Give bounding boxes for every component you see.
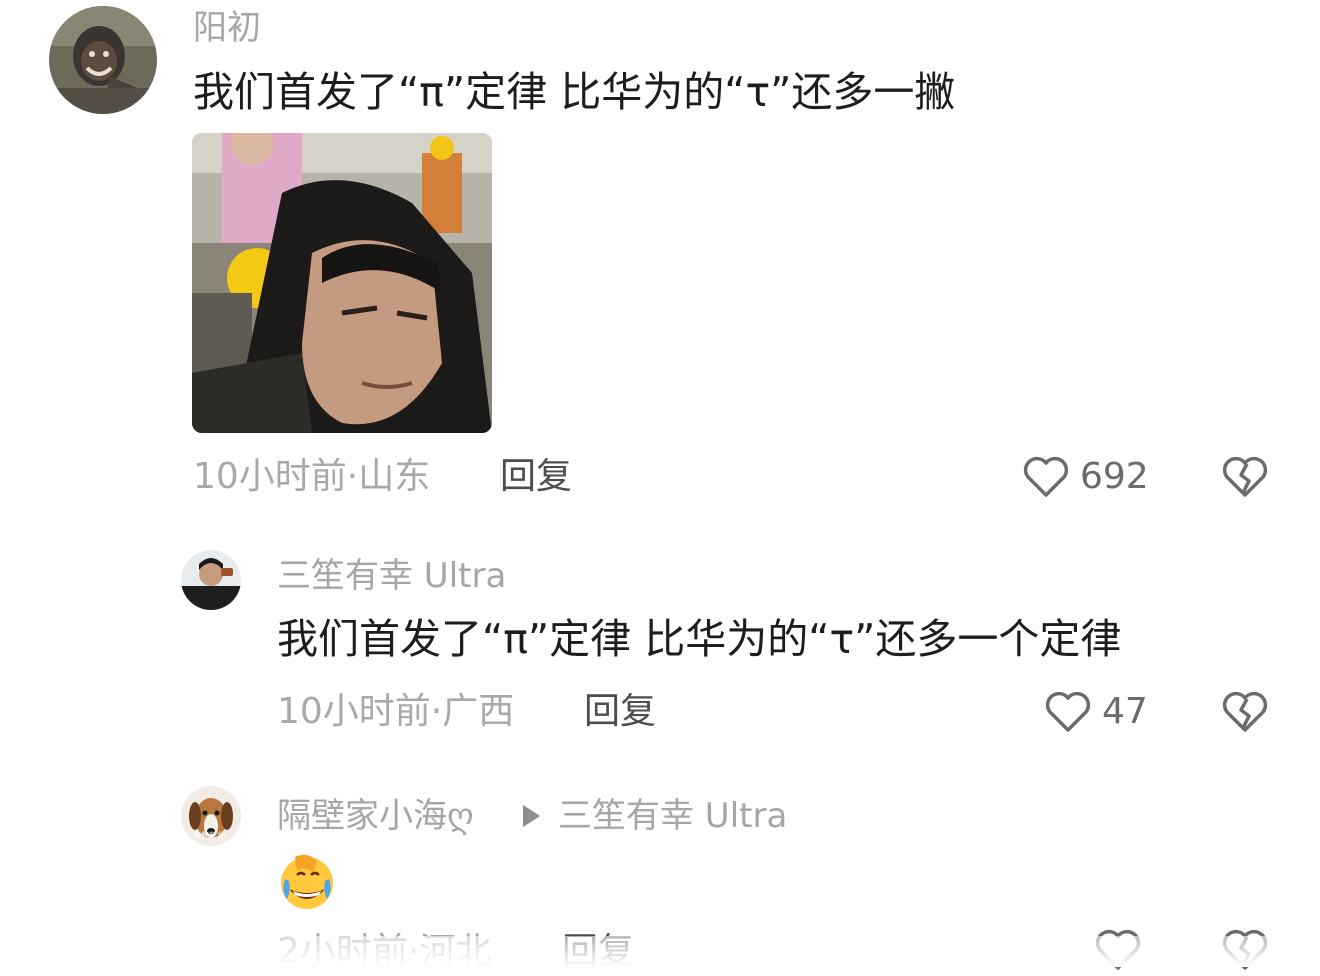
avatar[interactable] <box>49 6 157 114</box>
comment-meta: 10小时前·山东 <box>193 456 431 497</box>
username[interactable]: 隔壁家小海ღ <box>277 796 474 836</box>
avatar[interactable]: 救萝又北 <box>181 786 241 846</box>
reply-button[interactable]: 回复 <box>584 690 656 734</box>
like-button[interactable]: 47 <box>1044 690 1148 734</box>
like-button[interactable]: 692 <box>1022 455 1149 499</box>
avatar-image: 救萝又北 <box>181 786 241 846</box>
heart-outline-icon <box>1045 691 1091 732</box>
photo-image <box>192 133 492 433</box>
comment-image[interactable] <box>192 133 492 433</box>
reply-to-username[interactable]: 三笙有幸 Ultra <box>558 796 787 836</box>
dislike-button[interactable] <box>1221 455 1269 503</box>
avatar-image <box>49 6 157 114</box>
username[interactable]: 三笙有幸 Ultra <box>277 556 506 596</box>
comment-text: 我们首发了“π”定律 比华为的“τ”还多一个定律 <box>277 615 1122 663</box>
reply-arrow-icon <box>523 805 540 827</box>
reply-button[interactable]: 回复 <box>500 455 572 499</box>
laughing-tears-emoji <box>277 851 337 911</box>
avatar-caption: 救萝又北 <box>193 830 225 840</box>
comment-text: 我们首发了“π”定律 比华为的“τ”还多一撇 <box>193 68 956 116</box>
like-count: 692 <box>1080 456 1149 497</box>
comment-meta: 10小时前·广西 <box>277 691 515 732</box>
avatar-image <box>181 550 241 610</box>
avatar[interactable] <box>181 550 241 610</box>
dislike-button[interactable] <box>1221 690 1269 738</box>
like-count: 47 <box>1102 691 1148 732</box>
heart-outline-icon <box>1023 456 1069 497</box>
broken-heart-icon <box>1222 456 1268 497</box>
broken-heart-icon <box>1222 691 1268 732</box>
bottom-fade-overlay <box>0 936 1320 967</box>
username[interactable]: 阳初 <box>193 8 261 48</box>
